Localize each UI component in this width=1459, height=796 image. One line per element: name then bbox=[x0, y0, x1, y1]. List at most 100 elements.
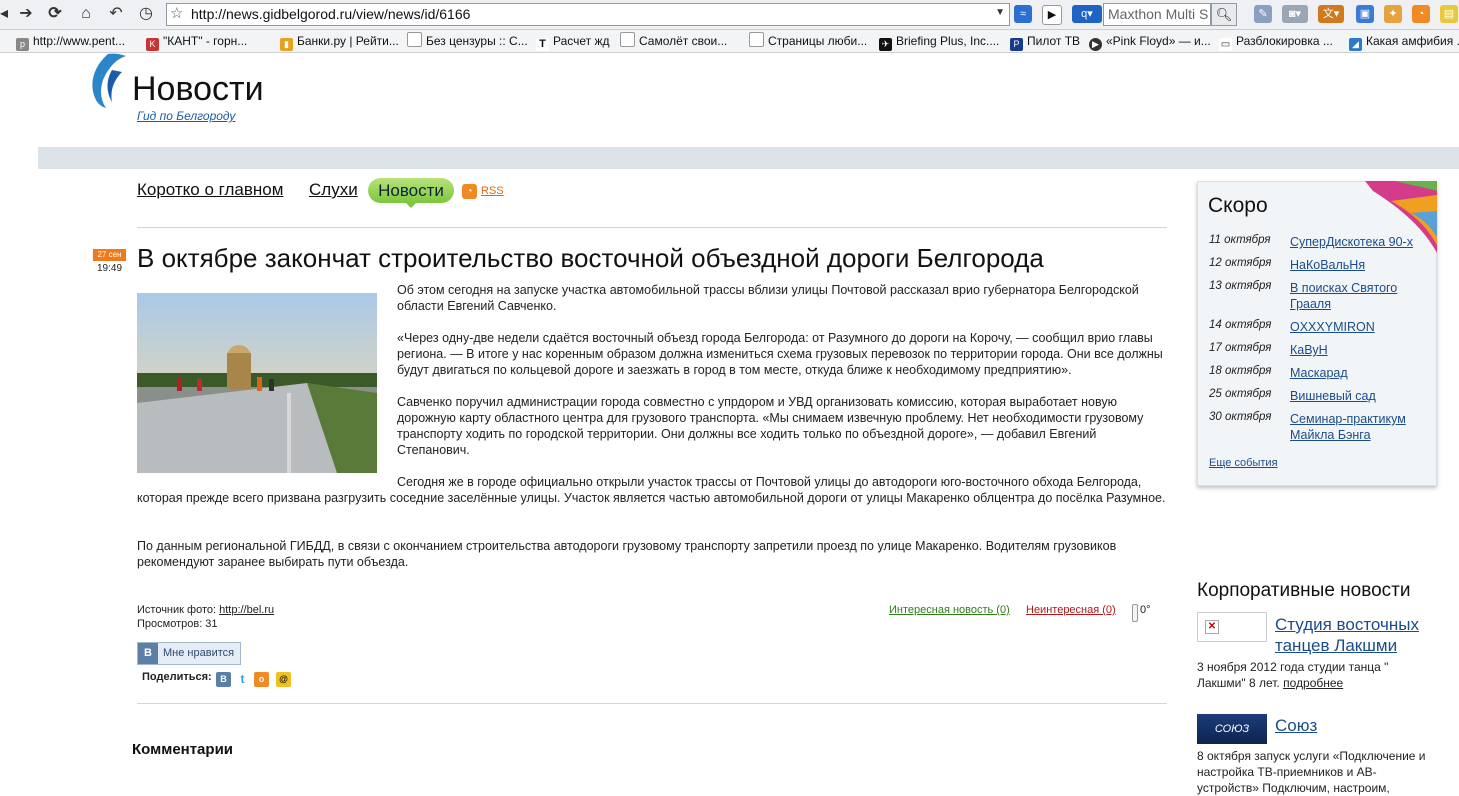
bookmark-item[interactable]: Без цензуры :: С... bbox=[407, 32, 528, 50]
event-link[interactable]: СуперДискотека 90-х bbox=[1290, 234, 1430, 250]
soyuz-logo[interactable]: СОЮЗ bbox=[1197, 714, 1267, 744]
event-link[interactable]: В поисках Святого Грааля bbox=[1290, 280, 1430, 312]
camera-icon[interactable]: ◙▾ bbox=[1282, 5, 1308, 23]
vote-interesting-link[interactable]: Интересная новость (0) bbox=[889, 604, 1010, 616]
event-link[interactable]: Семинар-практикум Майкла Бэнга bbox=[1290, 411, 1430, 443]
bookmark-item[interactable]: ▭ Разблокировка ... bbox=[1219, 32, 1333, 51]
skin-icon[interactable]: ✦ bbox=[1384, 5, 1402, 23]
logo-icon[interactable] bbox=[86, 52, 136, 110]
article-paragraph: По данным региональной ГИБДД, в связи с … bbox=[137, 539, 1117, 569]
bookmark-item[interactable]: ▮ Банки.ру | Рейти... bbox=[280, 32, 399, 51]
site-icon: P bbox=[1010, 38, 1023, 51]
site-icon: ▮ bbox=[280, 38, 293, 51]
bookmark-item[interactable]: Самолёт свои... bbox=[620, 32, 727, 50]
bookmark-item[interactable]: p http://www.pent... bbox=[16, 32, 125, 51]
site-icon: ✈ bbox=[879, 38, 892, 51]
browser-toolbar: ◂ ➔ ⟳ ⌂ ↶ ◷ ☆ http://news.gidbelgorod.ru… bbox=[0, 0, 1459, 30]
event-date: 17 октября bbox=[1209, 342, 1272, 354]
site-logo-subtitle[interactable]: Гид по Белгороду bbox=[137, 109, 235, 123]
forward-icon[interactable]: ➔ bbox=[16, 4, 36, 24]
divider bbox=[137, 703, 1167, 704]
nav-news-active[interactable]: Новости bbox=[368, 178, 454, 208]
upcoming-events-box: Скоро 11 октября СуперДискотека 90-х 12 … bbox=[1197, 181, 1437, 486]
undo-icon[interactable]: ↶ bbox=[106, 4, 126, 24]
corporate-news-description: 8 октября запуск услуги «Подключение и н… bbox=[1197, 749, 1426, 795]
feed-icon[interactable]: ≈ bbox=[1014, 5, 1032, 23]
corporate-news-link[interactable]: Союз bbox=[1275, 716, 1317, 736]
vk-icon: B bbox=[138, 643, 158, 664]
event-link[interactable]: КаВуН bbox=[1290, 342, 1430, 358]
site-icon: ▭ bbox=[1219, 38, 1232, 51]
article-headline: В октябре закончат строительство восточн… bbox=[137, 243, 1044, 273]
reload-icon[interactable]: ⟳ bbox=[45, 4, 65, 24]
back-icon[interactable]: ◂ bbox=[0, 4, 14, 24]
vk-share-icon[interactable]: B bbox=[216, 672, 231, 687]
broken-image-icon: ✕ bbox=[1205, 620, 1219, 634]
translate-icon[interactable]: 文▾ bbox=[1318, 5, 1344, 23]
search-input[interactable]: Maxthon Multi S bbox=[1103, 3, 1211, 26]
play-icon[interactable]: ▶ bbox=[1042, 5, 1062, 25]
screenshot-icon[interactable]: ▣ bbox=[1356, 5, 1374, 23]
chevron-down-icon[interactable]: ▼ bbox=[995, 7, 1005, 18]
address-bar[interactable]: ☆ http://news.gidbelgorod.ru/view/news/i… bbox=[166, 3, 1010, 26]
site-logo-title[interactable]: Новости bbox=[132, 70, 264, 109]
bookmark-item[interactable]: ◢ Какая амфибия ... bbox=[1349, 32, 1459, 51]
article-paragraph: «Через одну-две недели сдаётся восточный… bbox=[397, 331, 1163, 377]
site-icon: ◢ bbox=[1349, 38, 1362, 51]
site-icon: T bbox=[536, 38, 549, 51]
play-circle-icon: ▶ bbox=[1089, 38, 1102, 51]
page-icon bbox=[620, 32, 635, 47]
upcoming-title: Скоро bbox=[1208, 194, 1268, 217]
divider bbox=[137, 227, 1167, 228]
rss-link[interactable]: RSS bbox=[481, 185, 504, 197]
broken-image-thumbnail[interactable]: ✕ bbox=[1197, 612, 1267, 642]
photo-source-link[interactable]: http://bel.ru bbox=[219, 604, 274, 616]
twitter-share-icon[interactable]: t bbox=[235, 672, 250, 687]
event-link[interactable]: Вишневый сад bbox=[1290, 388, 1430, 404]
rating-value: 0° bbox=[1140, 604, 1151, 616]
nav-headlines[interactable]: Коротко о главном bbox=[137, 180, 283, 200]
bookmark-item[interactable]: T Расчет жд bbox=[536, 32, 610, 51]
read-more-link[interactable]: подробнее bbox=[1283, 676, 1343, 690]
event-date: 12 октября bbox=[1209, 257, 1272, 269]
notes-icon[interactable]: ▤ bbox=[1440, 5, 1458, 23]
bookmark-item[interactable]: Страницы люби... bbox=[749, 32, 867, 50]
event-date: 30 октября bbox=[1209, 411, 1272, 423]
page-icon bbox=[407, 32, 422, 47]
search-icon[interactable]: 🔍︎ bbox=[1211, 3, 1237, 26]
nav-rumors[interactable]: Слухи bbox=[309, 180, 358, 200]
event-link[interactable]: OXXXYMIRON bbox=[1290, 319, 1430, 335]
bookmark-item[interactable]: ✈ Briefing Plus, Inc.... bbox=[879, 32, 999, 51]
rss-icon[interactable]: ◔ bbox=[462, 184, 477, 199]
photo-source: Источник фото: http://bel.ru bbox=[137, 604, 274, 616]
bookmarks-bar: p http://www.pent... K "КАНТ" - горн... ▮ Б… bbox=[0, 30, 1459, 53]
photo-source-label: Источник фото: bbox=[137, 604, 220, 616]
article-paragraph: Об этом сегодня на запуске участка автом… bbox=[397, 283, 1139, 313]
article-paragraph: Сегодня же в городе официально открыли у… bbox=[137, 475, 1166, 505]
edit-icon[interactable]: ✎ bbox=[1254, 5, 1272, 23]
thermometer-icon bbox=[1132, 604, 1138, 622]
odnoklassniki-share-icon[interactable]: о bbox=[254, 672, 269, 687]
vote-not-interesting-link[interactable]: Неинтересная (0) bbox=[1026, 604, 1116, 616]
bookmark-item[interactable]: K "КАНТ" - горн... bbox=[146, 32, 247, 51]
rss-feed-icon[interactable]: ◔ bbox=[1412, 5, 1430, 23]
event-link[interactable]: НаКоВальНя bbox=[1290, 257, 1430, 273]
bookmark-star-icon[interactable]: ☆ bbox=[170, 4, 183, 22]
mailru-share-icon[interactable]: @ bbox=[276, 672, 291, 687]
bookmark-item[interactable]: P Пилот ТВ bbox=[1010, 32, 1080, 51]
url-text[interactable]: http://news.gidbelgorod.ru/view/news/id/… bbox=[191, 6, 470, 22]
event-date: 13 октября bbox=[1209, 280, 1272, 292]
corporate-news-title: Корпоративные новости bbox=[1197, 580, 1411, 601]
bookmark-item[interactable]: ▶ «Pink Floyd» — и... bbox=[1089, 32, 1211, 51]
vk-like-button[interactable]: B Мне нравится bbox=[137, 642, 241, 665]
home-icon[interactable]: ⌂ bbox=[76, 4, 96, 24]
more-events-link[interactable]: Еще события bbox=[1209, 457, 1278, 469]
event-link[interactable]: Маскарад bbox=[1290, 365, 1430, 381]
history-icon[interactable]: ◷ bbox=[136, 4, 156, 24]
share-label: Поделиться: bbox=[142, 671, 212, 683]
event-date: 14 октября bbox=[1209, 319, 1272, 331]
corporate-news-link[interactable]: Студия восточных танцев Лакшми bbox=[1275, 614, 1450, 656]
search-engine-icon[interactable]: q▾ bbox=[1072, 5, 1102, 23]
comments-heading: Комментарии bbox=[132, 741, 234, 758]
view-count: Просмотров: 31 bbox=[137, 618, 218, 630]
